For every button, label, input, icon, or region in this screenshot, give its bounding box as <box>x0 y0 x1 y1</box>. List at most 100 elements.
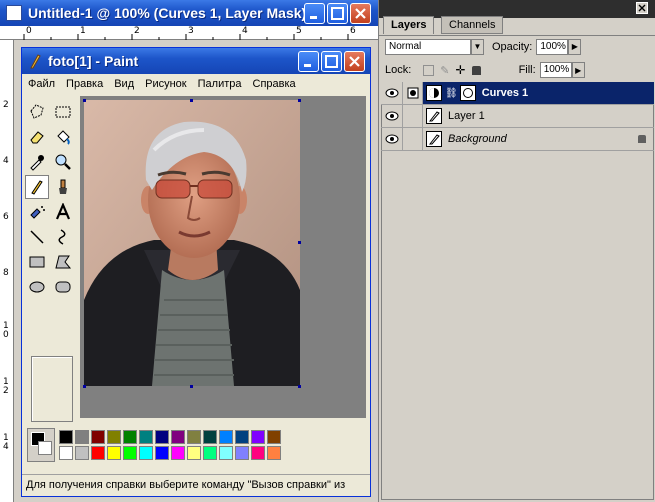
layer-mask-thumbnail[interactable] <box>459 85 476 101</box>
airbrush-tool[interactable] <box>25 200 49 224</box>
color-swatch[interactable] <box>75 430 89 444</box>
lock-image-icon[interactable]: ✎ <box>440 64 449 77</box>
curve-tool[interactable] <box>51 225 75 249</box>
layer-row-curves[interactable]: ⛓ Curves 1 <box>381 82 654 105</box>
color-swatch[interactable] <box>91 430 105 444</box>
color-swatch[interactable] <box>267 430 281 444</box>
color-swatch[interactable] <box>75 446 89 460</box>
tab-layers[interactable]: Layers <box>383 16 435 34</box>
portrait-image <box>84 100 300 386</box>
color-swatch[interactable] <box>203 430 217 444</box>
ellipse-tool[interactable] <box>25 275 49 299</box>
lock-all-icon[interactable] <box>471 65 481 75</box>
fill-tool[interactable] <box>51 125 75 149</box>
color-swatch[interactable] <box>235 446 249 460</box>
paint-close-button[interactable] <box>344 51 365 72</box>
color-swatch[interactable] <box>139 446 153 460</box>
rectangle-tool[interactable] <box>25 250 49 274</box>
blend-mode-dropdown-button[interactable]: ▼ <box>471 38 484 55</box>
blend-mode-select[interactable]: Normal <box>385 38 471 55</box>
layer-link-cell[interactable] <box>403 105 423 127</box>
ruler-label: 1 2 <box>3 377 9 396</box>
resize-handle[interactable] <box>190 385 193 388</box>
current-colors-box[interactable] <box>27 428 55 462</box>
resize-handle[interactable] <box>298 99 301 102</box>
magnifier-tool[interactable] <box>51 150 75 174</box>
resize-handle[interactable] <box>190 99 193 102</box>
visibility-toggle[interactable] <box>381 82 403 104</box>
layer-row-layer1[interactable]: Layer 1 <box>381 105 654 128</box>
resize-handle[interactable] <box>298 385 301 388</box>
minimize-button[interactable] <box>304 3 325 24</box>
color-swatch[interactable] <box>219 430 233 444</box>
color-swatch[interactable] <box>59 430 73 444</box>
color-swatch[interactable] <box>251 430 265 444</box>
color-swatch[interactable] <box>59 446 73 460</box>
color-swatch[interactable] <box>91 446 105 460</box>
free-select-tool[interactable] <box>25 100 49 124</box>
paint-minimize-button[interactable] <box>298 51 319 72</box>
resize-handle[interactable] <box>83 385 86 388</box>
layer-thumbnail <box>426 131 442 147</box>
menu-image[interactable]: Рисунок <box>145 78 187 90</box>
blend-opacity-row: Normal ▼ Opacity: 100% ▶ <box>379 35 655 57</box>
color-swatch[interactable] <box>171 430 185 444</box>
color-swatch[interactable] <box>219 446 233 460</box>
paint-maximize-button[interactable] <box>321 51 342 72</box>
menu-help[interactable]: Справка <box>253 78 296 90</box>
menu-edit[interactable]: Правка <box>66 78 103 90</box>
opacity-input[interactable]: 100% <box>536 38 569 55</box>
color-picker-tool[interactable] <box>25 150 49 174</box>
maximize-button[interactable] <box>327 3 348 24</box>
color-swatch[interactable] <box>267 446 281 460</box>
menu-view[interactable]: Вид <box>114 78 134 90</box>
fill-input[interactable]: 100% <box>539 62 572 78</box>
menu-colors[interactable]: Палитра <box>198 78 242 90</box>
color-swatch[interactable] <box>123 430 137 444</box>
visibility-toggle[interactable] <box>381 105 403 127</box>
color-swatch[interactable] <box>155 446 169 460</box>
color-swatch[interactable] <box>155 430 169 444</box>
palette-close-button[interactable] <box>636 2 648 14</box>
fill-slider-button[interactable]: ▶ <box>571 62 585 78</box>
minimize-icon <box>310 16 317 19</box>
color-swatch[interactable] <box>139 430 153 444</box>
color-swatch[interactable] <box>123 446 137 460</box>
color-swatch[interactable] <box>187 430 201 444</box>
rect-select-tool[interactable] <box>51 100 75 124</box>
resize-handle[interactable] <box>83 99 86 102</box>
menu-file[interactable]: Файл <box>28 78 55 90</box>
background-color[interactable] <box>38 441 52 455</box>
color-swatch[interactable] <box>171 446 185 460</box>
eraser-tool[interactable] <box>25 125 49 149</box>
paint-title-bar[interactable]: foto[1] - Paint <box>22 48 370 74</box>
lock-fill-row: Lock: ✎ ✛ Fill: 100% ▶ <box>379 59 655 81</box>
visibility-toggle[interactable] <box>381 128 403 150</box>
color-swatch[interactable] <box>107 446 121 460</box>
paint-window-title: foto[1] - Paint <box>48 53 139 69</box>
portrait-photo[interactable] <box>84 100 300 386</box>
ps-title-bar[interactable]: Untitled-1 @ 100% (Curves 1, Layer Mask) <box>0 0 378 26</box>
polygon-tool[interactable] <box>51 250 75 274</box>
color-swatch[interactable] <box>107 430 121 444</box>
ruler-label: 6 <box>350 26 356 36</box>
lock-position-icon[interactable]: ✛ <box>456 63 466 77</box>
brush-tool[interactable] <box>51 175 75 199</box>
resize-handle[interactable] <box>298 241 301 244</box>
color-swatch[interactable] <box>203 446 217 460</box>
layer-row-background[interactable]: Background <box>381 128 654 151</box>
opacity-slider-button[interactable]: ▶ <box>568 38 582 55</box>
lock-transparency-icon[interactable] <box>423 64 435 76</box>
layer-mask-indicator[interactable] <box>403 82 423 104</box>
color-swatch[interactable] <box>187 446 201 460</box>
close-button[interactable] <box>350 3 371 24</box>
color-swatch[interactable] <box>235 430 249 444</box>
tool-options-box[interactable] <box>31 356 73 422</box>
text-tool[interactable] <box>51 200 75 224</box>
rounded-rect-tool[interactable] <box>51 275 75 299</box>
pencil-tool[interactable] <box>25 175 49 199</box>
color-swatch[interactable] <box>251 446 265 460</box>
layer-link-cell[interactable] <box>403 128 423 150</box>
line-tool[interactable] <box>25 225 49 249</box>
tab-channels[interactable]: Channels <box>441 16 504 34</box>
